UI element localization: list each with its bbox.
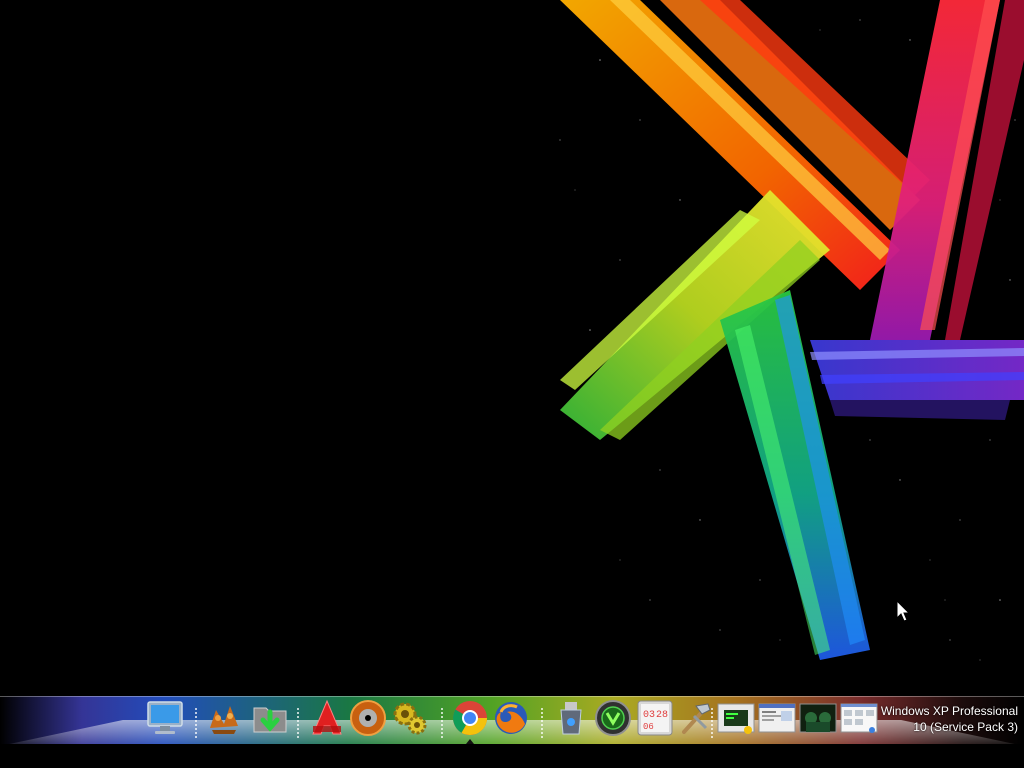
os-version-watermark: Windows XP Professional 10 (Service Pack… [881, 703, 1018, 735]
dock-item-my-computer[interactable] [145, 698, 185, 738]
desktop[interactable]: 03 28 06 Windows XP Professional 10 (Ser… [0, 0, 1024, 768]
dock-separator [297, 708, 299, 738]
dock-item-terminal-window[interactable] [716, 698, 756, 738]
app-a-icon [312, 699, 342, 735]
os-version-line2: 10 (Service Pack 3) [913, 720, 1018, 734]
downloads-folder-icon [253, 707, 287, 733]
dock-separator [195, 708, 197, 738]
disc-burner-icon [350, 700, 386, 736]
calendar-day: 06 [643, 722, 654, 732]
recycle-bin-icon [210, 706, 238, 734]
dock-item-chrome[interactable] [450, 698, 490, 738]
antivirus-icon [595, 700, 631, 736]
firefox-icon [495, 702, 527, 734]
usb-stick-icon [560, 702, 582, 735]
dock-item-recycle-bin[interactable] [204, 698, 244, 738]
dock-item-usb[interactable] [551, 698, 591, 738]
wallpaper [559, 0, 1024, 661]
terminal-window-icon [717, 703, 755, 734]
dock-item-window-thumbnail[interactable] [757, 698, 797, 738]
photo-thumbnail-icon [799, 703, 837, 733]
clock-minutes: 28 [656, 710, 668, 721]
dock-item-firefox[interactable] [491, 698, 531, 738]
clock-hours: 03 [643, 710, 655, 721]
dock-item-document-thumbnail[interactable] [839, 698, 879, 738]
gears-icon [393, 702, 427, 735]
dock-item-gears[interactable] [390, 698, 430, 738]
dock-item-downloads[interactable] [250, 698, 290, 738]
running-indicator [466, 739, 474, 744]
os-version-line1: Windows XP Professional [880, 704, 1018, 718]
monitor-icon [147, 701, 183, 734]
mouse-cursor-icon [896, 600, 911, 622]
dock-separator [541, 708, 543, 738]
dock-item-disc-burner[interactable] [348, 698, 388, 738]
window-thumbnail-icon [758, 703, 796, 733]
screen-bottom-edge [0, 744, 1024, 768]
violet-stripes [810, 340, 1024, 420]
calendar-clock-icon: 03 28 06 [637, 700, 673, 736]
dock-item-tools[interactable] [676, 698, 716, 738]
dock-separator [441, 708, 443, 738]
dock-item-antivirus[interactable] [593, 698, 633, 738]
dock-item-photo-thumbnail[interactable] [798, 698, 838, 738]
dock-item-calendar-clock[interactable]: 03 28 06 [635, 698, 675, 738]
tools-icon [682, 703, 711, 734]
chrome-icon [453, 701, 487, 735]
dock-item-app-a[interactable] [307, 698, 347, 738]
document-thumbnail-icon [840, 703, 878, 733]
